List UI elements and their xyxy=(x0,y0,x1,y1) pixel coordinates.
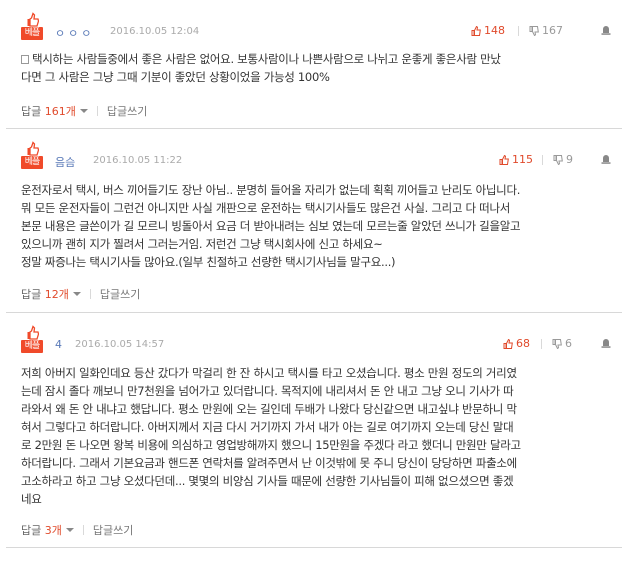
best-badge: 베플 xyxy=(21,141,43,173)
comment-line: 있으니까 괜히 지가 찔려서 그러는거임. 저런건 그냥 택시회사에 신고 하세… xyxy=(21,237,383,251)
comment-line: 저희 아버지 일화인데요 등산 갔다가 막걸리 한 잔 하시고 택시를 타고 오… xyxy=(21,366,517,380)
vote-group: 115 9 xyxy=(499,153,611,169)
comment-item: 베플 음슴 2016.10.05 11:22 115 9 운전자로서 택시, 버… xyxy=(6,129,622,313)
best-badge-label: 베플 xyxy=(21,156,43,169)
upvote-button[interactable]: 148 xyxy=(471,24,505,37)
vote-divider xyxy=(542,155,543,165)
chevron-down-icon xyxy=(65,528,74,532)
vote-group: 148 167 xyxy=(471,24,611,40)
comment-date: 2016.10.05 12:04 xyxy=(110,26,200,37)
siren-report-icon xyxy=(601,26,611,35)
comment-line: 정말 짜증나는 택시기사들 많아요.(일부 친절하고 선량한 택시기사님들 말구… xyxy=(21,255,396,269)
comment-line: 다면 그 사람은 그냥 그때 기분이 좋았던 상황이었을 가능성 100% xyxy=(21,70,330,84)
reply-toggle[interactable]: 답글 3개 xyxy=(21,523,74,537)
comment-line: 하더랍니다. 그래서 기본요금과 핸드폰 연락처를 알려주면서 난 이것밖에 못… xyxy=(21,456,517,470)
comment-footer: 답글 3개 답글쓰기 xyxy=(21,522,133,538)
write-reply-link[interactable]: 답글쓰기 xyxy=(100,288,140,301)
best-badge-label: 베플 xyxy=(21,340,43,353)
comment-line: 로 2만원 돈 나오면 왕복 비용에 의심하고 영업방해까지 했으니 15만원을… xyxy=(21,438,521,452)
thumbs-up-best-icon xyxy=(27,12,39,27)
comment-line: 고소하라고 하고 그냥 오셨다던데... 몇몇의 비양심 기사들 때문에 선량한… xyxy=(21,474,514,488)
comment-author[interactable]: ㅇㅇㅇ xyxy=(55,25,94,41)
comment-body: 운전자로서 택시, 버스 끼어들기도 장난 아님.. 분명히 들어올 자리가 없… xyxy=(21,181,611,271)
comment-line: 뭐 모든 운전자들이 그런건 아니지만 사실 개판으로 운전하는 택시기사들도 … xyxy=(21,201,511,215)
downvote-button[interactable]: 9 xyxy=(553,153,573,166)
comment-line: 운전자로서 택시, 버스 끼어들기도 장난 아님.. 분명히 들어올 자리가 없… xyxy=(21,183,521,197)
upvote-count: 115 xyxy=(512,153,533,166)
thumbs-up-icon xyxy=(503,338,513,349)
comment-line: 혀서 그렇다고 하더랍니다. 아버지께서 지금 다시 거기까지 가서 내가 아는… xyxy=(21,420,514,434)
siren-report-icon xyxy=(601,155,611,164)
reply-count: 161개 xyxy=(44,105,76,118)
comment-item: 베플 4 2016.10.05 14:57 68 6 저희 아버지 일화인데요 … xyxy=(6,313,622,548)
comment-author[interactable]: 4 xyxy=(55,338,62,351)
report-button[interactable] xyxy=(601,153,611,167)
document-icon xyxy=(21,55,29,64)
thumbs-up-icon xyxy=(471,25,481,36)
report-button[interactable] xyxy=(601,24,611,38)
chevron-down-icon xyxy=(79,109,88,113)
comment-footer: 답글 12개 답글쓰기 xyxy=(21,286,140,302)
footer-divider xyxy=(82,525,84,535)
downvote-count: 9 xyxy=(566,153,573,166)
upvote-count: 148 xyxy=(484,24,505,37)
comment-line: 라와서 왜 돈 안 내냐고 했답니다. 평소 만원에 오는 길인데 두배가 나왔… xyxy=(21,402,517,416)
comment-list: 베플 ㅇㅇㅇ 2016.10.05 12:04 148 167 택시하는 사람들… xyxy=(0,0,631,562)
comment-item: 베플 ㅇㅇㅇ 2016.10.05 12:04 148 167 택시하는 사람들… xyxy=(6,0,622,129)
reply-count: 12개 xyxy=(44,288,69,301)
comment-body: 택시하는 사람들중에서 좋은 사람은 없어요. 보통사람이나 나쁜사람으로 나뉘… xyxy=(21,50,611,86)
thumbs-up-icon xyxy=(499,154,509,165)
upvote-button[interactable]: 115 xyxy=(499,153,533,166)
vote-divider xyxy=(518,26,519,36)
comment-line: 본문 내용은 글쓴이가 길 모르니 빙돌아서 요금 더 받아내려는 심보 였는데… xyxy=(21,219,521,233)
reply-count: 3개 xyxy=(44,524,62,537)
footer-divider xyxy=(96,106,98,116)
comment-header: 베플 4 2016.10.05 14:57 68 6 xyxy=(21,325,611,361)
downvote-count: 6 xyxy=(565,337,572,350)
thumbs-down-icon xyxy=(553,155,563,166)
vote-group: 68 6 xyxy=(503,337,611,353)
downvote-button[interactable]: 6 xyxy=(552,337,572,350)
vote-divider xyxy=(541,339,542,349)
downvote-count: 167 xyxy=(542,24,563,37)
thumbs-up-best-icon xyxy=(27,325,39,340)
comment-body: 저희 아버지 일화인데요 등산 갔다가 막걸리 한 잔 하시고 택시를 타고 오… xyxy=(21,364,611,508)
footer-divider xyxy=(89,289,91,299)
comment-header: 베플 음슴 2016.10.05 11:22 115 9 xyxy=(21,141,611,177)
comment-date: 2016.10.05 14:57 xyxy=(75,339,165,350)
siren-report-icon xyxy=(601,339,611,348)
chevron-down-icon xyxy=(72,292,81,296)
upvote-count: 68 xyxy=(516,337,530,350)
best-badge: 베플 xyxy=(21,325,43,357)
reply-toggle[interactable]: 답글 12개 xyxy=(21,287,81,301)
reply-toggle[interactable]: 답글 161개 xyxy=(21,104,88,118)
comment-header: 베플 ㅇㅇㅇ 2016.10.05 12:04 148 167 xyxy=(21,12,611,48)
thumbs-up-best-icon xyxy=(27,141,39,156)
comment-line: 택시하는 사람들중에서 좋은 사람은 없어요. 보통사람이나 나쁜사람으로 나뉘… xyxy=(21,50,611,68)
thumbs-down-icon xyxy=(552,339,562,350)
comment-author[interactable]: 음슴 xyxy=(55,154,75,170)
write-reply-link[interactable]: 답글쓰기 xyxy=(93,524,133,537)
write-reply-link[interactable]: 답글쓰기 xyxy=(107,105,147,118)
best-badge-label: 베플 xyxy=(21,27,43,40)
comment-line: 네요 xyxy=(21,492,42,506)
downvote-button[interactable]: 167 xyxy=(529,24,563,37)
comment-date: 2016.10.05 11:22 xyxy=(93,155,183,166)
report-button[interactable] xyxy=(601,337,611,351)
comment-footer: 답글 161개 답글쓰기 xyxy=(21,103,147,119)
best-badge: 베플 xyxy=(21,12,43,44)
thumbs-down-icon xyxy=(529,26,539,37)
upvote-button[interactable]: 68 xyxy=(503,337,530,350)
comment-line: 는데 잠시 졸다 깨보니 만7천원을 넘어가고 있더랍니다. 목적지에 내리셔서… xyxy=(21,384,514,398)
